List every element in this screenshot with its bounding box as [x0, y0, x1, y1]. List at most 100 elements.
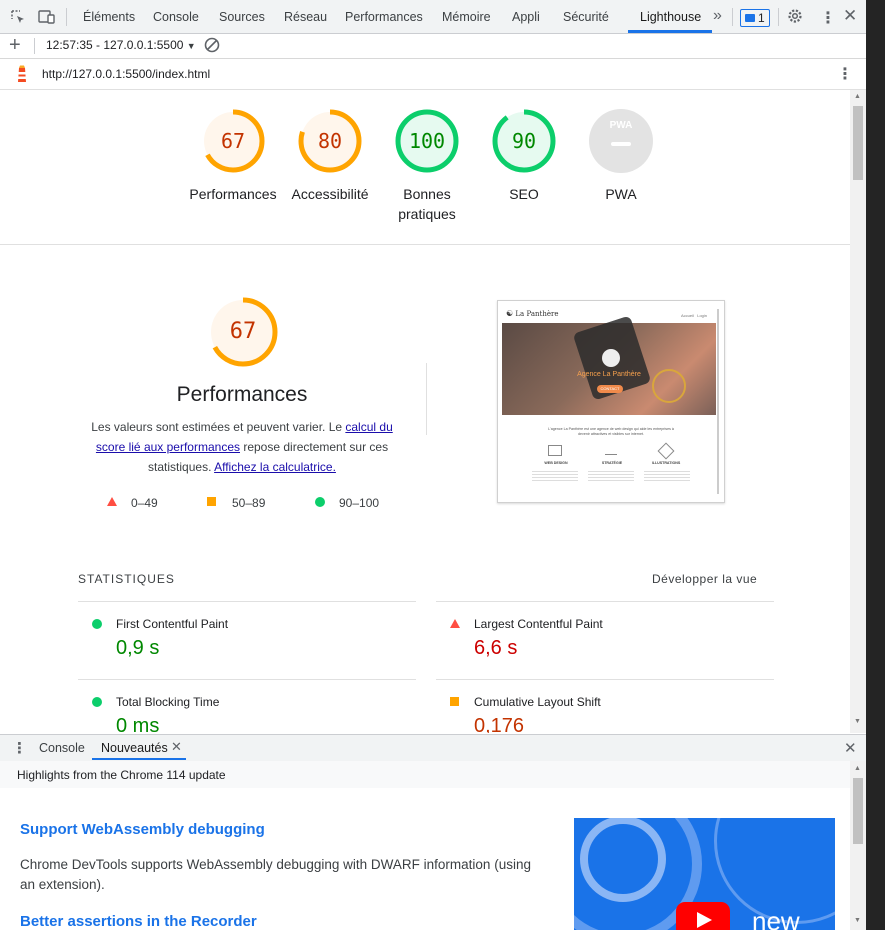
- score-label: SEO: [509, 186, 539, 202]
- metric-label: Cumulative Layout Shift: [474, 695, 601, 709]
- device-toolbar-icon[interactable]: [38, 9, 56, 28]
- report-menu-icon[interactable]: ⋮: [837, 64, 853, 84]
- report-selector[interactable]: 12:57:35 - 127.0.0.1:5500 ▼: [46, 38, 196, 52]
- legend-pass-label: 90–100: [339, 496, 380, 510]
- pass-circle-icon: [92, 697, 102, 707]
- fail-triangle-icon: [107, 497, 117, 506]
- drawer-tab-console[interactable]: Console: [39, 735, 85, 761]
- issues-badge[interactable]: 1: [740, 9, 770, 27]
- more-options-icon[interactable]: ⋮: [820, 8, 836, 28]
- tab-security[interactable]: Sécurité: [563, 0, 609, 33]
- devtools-tabbar: Éléments Console Sources Réseau Performa…: [0, 0, 866, 34]
- page-url: http://127.0.0.1:5500/index.html: [42, 67, 211, 81]
- metric-value: 6,6 s: [474, 637, 518, 659]
- col-title: WEB DESIGN: [544, 461, 568, 465]
- stats-heading: STATISTIQUES: [78, 572, 175, 586]
- scrollbar-thumb[interactable]: [853, 106, 863, 180]
- tab-memory[interactable]: Mémoire: [442, 0, 491, 33]
- metric-label: First Contentful Paint: [116, 617, 229, 631]
- legend-average: 50–89: [206, 496, 265, 511]
- score-label: PWA: [605, 186, 637, 202]
- toolbar-divider: [732, 8, 733, 26]
- metric-lcp: Largest Contentful Paint 6,6 s: [436, 602, 774, 679]
- tab-performance[interactable]: Performances: [345, 0, 423, 33]
- site-name: La Panthère: [515, 310, 559, 318]
- feature-heading-link[interactable]: Better assertions in the Recorder: [20, 913, 257, 930]
- more-tabs-chevron-icon[interactable]: »: [713, 7, 722, 25]
- performance-title: Performances: [176, 383, 308, 406]
- drawer-scrollbar[interactable]: ▲ ▼: [850, 761, 866, 930]
- new-report-plus-icon[interactable]: +: [9, 34, 21, 56]
- chrome-ring-graphic: [580, 818, 666, 902]
- feature-heading-link[interactable]: Support WebAssembly debugging: [20, 821, 265, 838]
- active-tab-indicator: [92, 758, 186, 760]
- toolbar-divider: [34, 38, 35, 54]
- inspect-element-icon[interactable]: [10, 9, 26, 28]
- video-caption: new: [752, 906, 800, 930]
- report-url-bar: http://127.0.0.1:5500/index.html ⋮: [0, 59, 866, 90]
- score-value: 67: [220, 129, 246, 153]
- strategy-icon: [605, 445, 617, 455]
- metric-fcp: First Contentful Paint 0,9 s: [78, 602, 416, 679]
- site-logo: ☯ La Panthère: [506, 309, 559, 318]
- scroll-down-arrow-icon[interactable]: ▼: [854, 718, 861, 725]
- scroll-up-arrow-icon[interactable]: ▲: [854, 765, 861, 772]
- active-tab-indicator: [628, 30, 712, 33]
- performance-gauge[interactable]: 67: [208, 297, 278, 367]
- pass-circle-icon: [92, 619, 102, 629]
- tab-sources[interactable]: Sources: [219, 0, 265, 33]
- adjacent-window-edge: [866, 0, 885, 930]
- tab-lighthouse[interactable]: Lighthouse: [640, 0, 701, 33]
- report-scrollbar[interactable]: ▲ ▼: [850, 90, 866, 733]
- web-design-icon: [548, 445, 562, 456]
- site-intro: L'agence La Panthère est une agence de w…: [548, 427, 674, 436]
- score-gauge[interactable]: 100: [394, 108, 460, 174]
- scroll-up-arrow-icon[interactable]: ▲: [854, 93, 861, 100]
- scrollbar-thumb[interactable]: [853, 778, 863, 844]
- calculator-link[interactable]: Affichez la calculatrice.: [214, 460, 336, 474]
- video-thumbnail[interactable]: new: [574, 818, 835, 930]
- score-label: Bonnes pratiques: [398, 186, 456, 222]
- pwa-badge-text: PWA: [609, 120, 633, 131]
- close-devtools-icon[interactable]: ✕: [843, 6, 857, 26]
- metric-cls: Cumulative Layout Shift 0,176: [436, 680, 774, 733]
- final-screenshot[interactable]: ☯ La Panthère Accueil Login Agence La Pa…: [497, 300, 725, 503]
- youtube-play-icon[interactable]: [676, 902, 730, 930]
- whats-new-content: Support WebAssembly debugging Chrome Dev…: [0, 788, 850, 930]
- score-gauge[interactable]: PWA: [588, 108, 654, 174]
- score-gauge[interactable]: 90: [491, 108, 557, 174]
- report-selector-value: 12:57:35 - 127.0.0.1:5500: [46, 38, 184, 52]
- tab-application[interactable]: Appli: [512, 0, 540, 33]
- screenshot-scrollbar: [717, 309, 719, 494]
- clear-reports-icon[interactable]: [203, 36, 221, 57]
- tab-elements[interactable]: Éléments: [83, 0, 135, 33]
- col-title: STRATÉGIE: [601, 461, 623, 465]
- hero-logo-icon: [602, 349, 620, 367]
- hero-ring: [652, 369, 686, 403]
- settings-gear-icon[interactable]: [786, 7, 804, 28]
- drawer-menu-icon[interactable]: ⋮: [12, 739, 27, 757]
- lighthouse-report: 67 Performances 80 Accessibilité 100 Bonnes p…: [0, 90, 866, 733]
- close-tab-icon[interactable]: ✕: [171, 739, 182, 755]
- score-gauge[interactable]: 80: [297, 108, 363, 174]
- legend-average-label: 50–89: [232, 496, 266, 510]
- dropdown-arrow-icon: ▼: [186, 41, 196, 51]
- score-gauge[interactable]: 67: [200, 108, 266, 174]
- tab-network[interactable]: Réseau: [284, 0, 327, 33]
- score-label: Performances: [189, 186, 277, 202]
- legend-pass: 90–100: [314, 496, 379, 511]
- score-label: Accessibilité: [291, 186, 369, 202]
- scroll-down-arrow-icon[interactable]: ▼: [854, 917, 861, 924]
- performance-score: 67: [229, 319, 257, 344]
- issues-icon: [745, 14, 755, 22]
- whats-new-header: Highlights from the Chrome 114 update: [0, 761, 866, 789]
- fail-triangle-icon: [450, 619, 460, 628]
- site-nav: Accueil Login: [681, 313, 708, 318]
- whats-new-subtitle: Highlights from the Chrome 114 update: [17, 768, 226, 782]
- drawer-tabbar: ⋮ Console Nouveautés ✕ ✕: [0, 734, 866, 762]
- close-drawer-icon[interactable]: ✕: [844, 739, 857, 757]
- illustrations-icon: [657, 442, 675, 460]
- legend-fail-label: 0–49: [131, 496, 158, 510]
- tab-console[interactable]: Console: [153, 0, 199, 33]
- expand-view-toggle[interactable]: Développer la vue: [652, 572, 757, 586]
